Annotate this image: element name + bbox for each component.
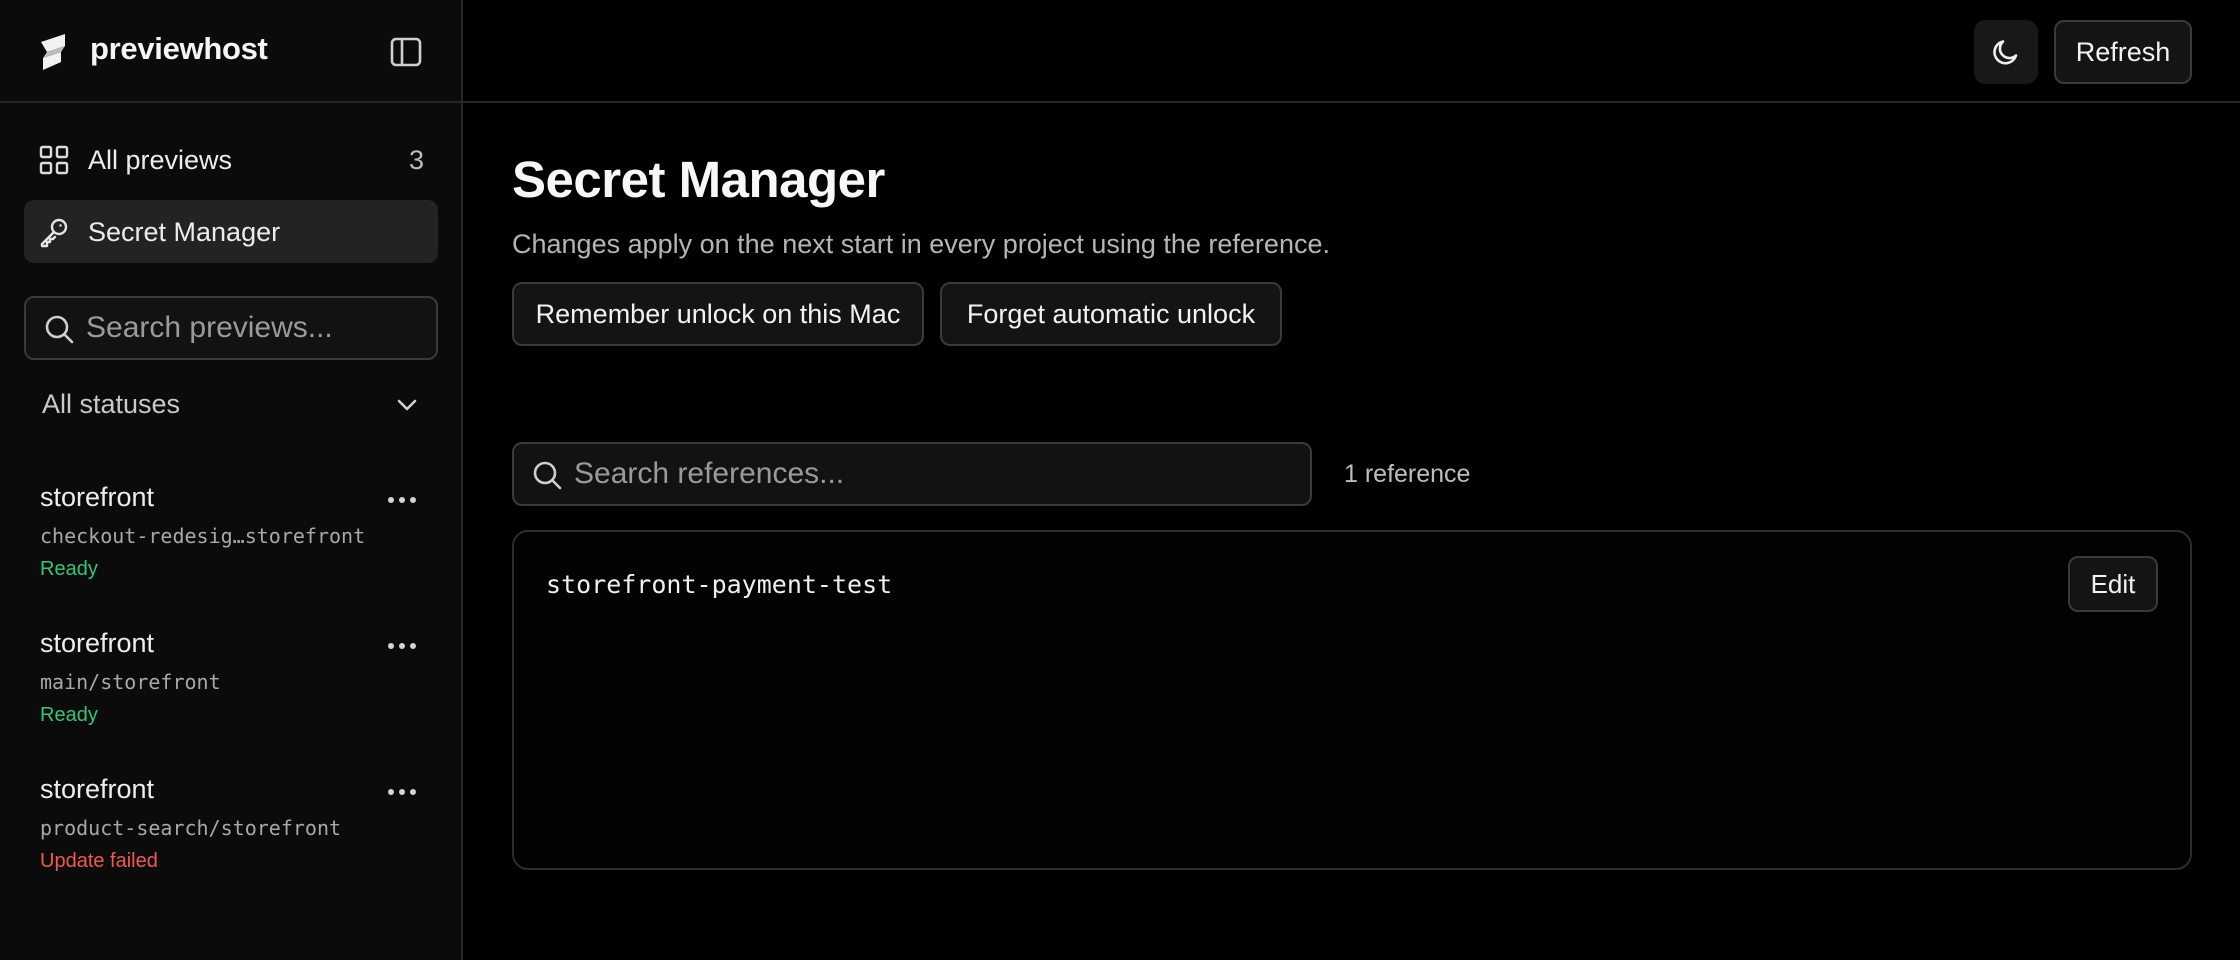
- top-bar: Refresh: [463, 0, 2240, 103]
- forget-unlock-button[interactable]: Forget automatic unlock: [940, 282, 1282, 346]
- preview-status: Ready: [40, 558, 98, 580]
- grid-icon: [39, 145, 69, 175]
- preview-name: storefront: [40, 628, 155, 658]
- preview-branch: main/storefront: [40, 670, 221, 694]
- reference-search-input[interactable]: [574, 444, 1300, 504]
- refresh-button[interactable]: Refresh: [2054, 20, 2192, 84]
- sidebar: previewhost All previews 3 Secret Manage…: [0, 0, 463, 960]
- key-icon: [40, 218, 68, 248]
- nav-secret-manager[interactable]: Secret Manager: [24, 200, 438, 263]
- preview-item[interactable]: storefront product-search/storefront Upd…: [40, 774, 440, 894]
- reference-count: 1 reference: [1344, 460, 1471, 488]
- page-title: Secret Manager: [512, 151, 885, 208]
- search-icon: [533, 461, 562, 490]
- preview-status: Ready: [40, 704, 98, 726]
- preview-status: Update failed: [40, 850, 158, 872]
- preview-branch: checkout-redesig…storefront: [40, 524, 366, 548]
- reference-name: storefront-payment-test: [546, 570, 893, 599]
- status-filter-dropdown[interactable]: All statuses: [24, 378, 438, 430]
- reference-card: storefront-payment-test Edit: [512, 530, 2192, 870]
- previews-count-badge: 3: [408, 145, 424, 175]
- previewhost-logo-icon: [41, 34, 65, 70]
- preview-branch: product-search/storefront: [40, 816, 342, 840]
- nav-all-previews[interactable]: All previews 3: [24, 128, 438, 191]
- more-options-icon[interactable]: [384, 488, 420, 512]
- more-options-icon[interactable]: [384, 634, 420, 658]
- preview-item[interactable]: storefront main/storefront Ready: [40, 628, 440, 748]
- nav-all-previews-label: All previews: [88, 145, 233, 175]
- edit-reference-button[interactable]: Edit: [2068, 556, 2158, 612]
- preview-search[interactable]: [24, 296, 438, 360]
- remember-unlock-button[interactable]: Remember unlock on this Mac: [512, 282, 924, 346]
- app-name: previewhost: [90, 31, 268, 66]
- preview-search-input[interactable]: [86, 298, 426, 358]
- preview-item[interactable]: storefront checkout-redesig…storefront R…: [40, 482, 440, 602]
- sidebar-toggle-icon[interactable]: [388, 34, 424, 70]
- preview-name: storefront: [40, 482, 155, 512]
- preview-name: storefront: [40, 774, 155, 804]
- moon-icon: [1993, 40, 2018, 65]
- reference-search[interactable]: [512, 442, 1312, 506]
- more-options-icon[interactable]: [384, 780, 420, 804]
- chevron-down-icon: [397, 399, 417, 411]
- search-icon: [45, 315, 74, 344]
- nav-secret-manager-label: Secret Manager: [88, 217, 281, 247]
- brand-header: previewhost: [0, 0, 461, 103]
- theme-toggle-button[interactable]: [1974, 20, 2038, 84]
- status-filter-value: All statuses: [42, 389, 181, 419]
- page-subtitle: Changes apply on the next start in every…: [512, 229, 1330, 259]
